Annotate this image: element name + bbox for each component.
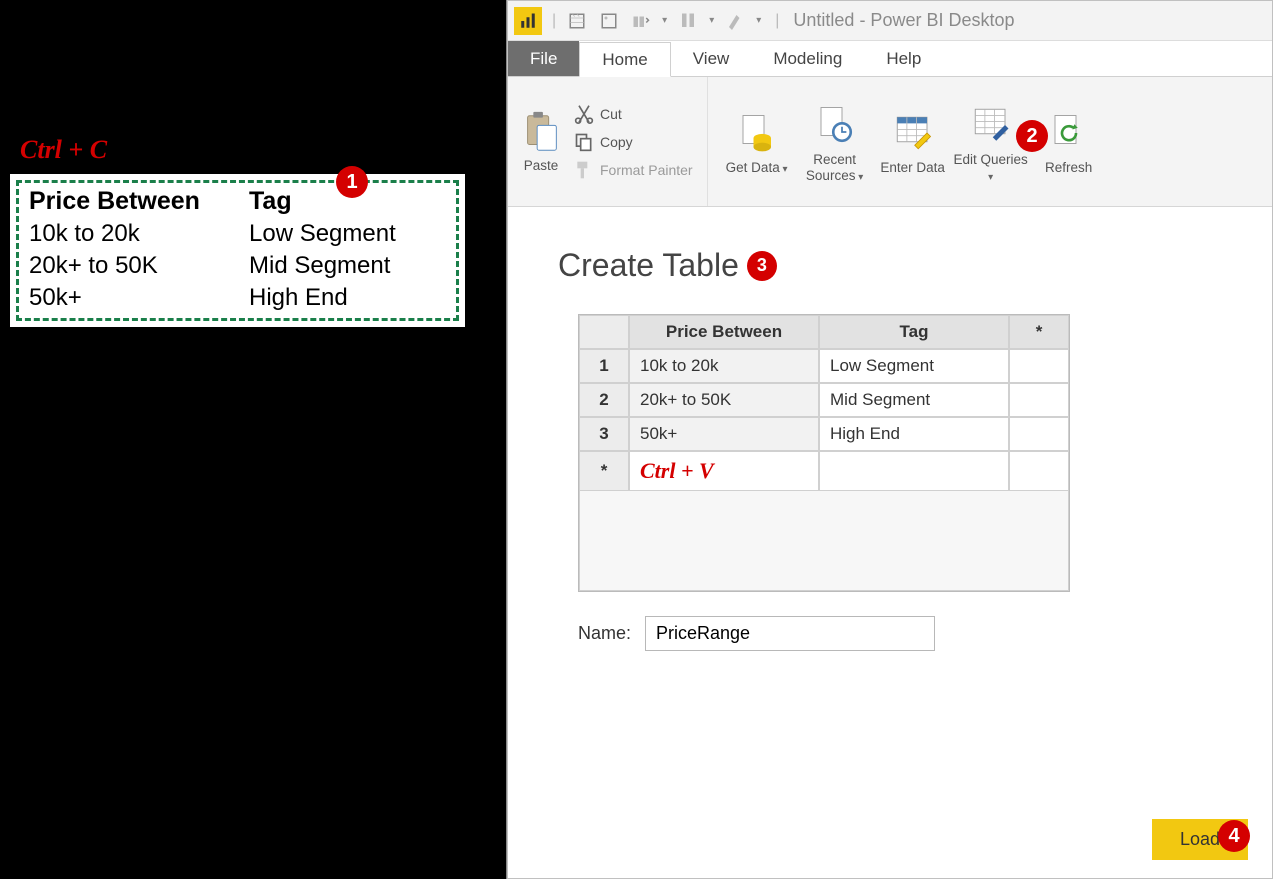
grid-cell-empty[interactable] — [1009, 451, 1069, 491]
grid-rownum: 1 — [579, 349, 629, 383]
grid-cell-empty[interactable] — [1009, 417, 1069, 451]
tab-view[interactable]: View — [671, 41, 752, 76]
ribbon-group-data: Get Data Recent Sources Enter Data Edit … — [708, 77, 1118, 206]
cut-button[interactable]: Cut — [570, 102, 697, 126]
source-cell: 10k to 20k — [23, 218, 243, 250]
tab-help[interactable]: Help — [864, 41, 943, 76]
grid-cell-empty[interactable] — [819, 451, 1009, 491]
grid-header-col2[interactable]: Tag — [819, 315, 1009, 349]
grid-corner — [579, 315, 629, 349]
grid-cell[interactable]: High End — [819, 417, 1009, 451]
source-cell: High End — [243, 282, 452, 314]
qat-icon[interactable] — [677, 10, 699, 32]
get-data-label: Get Data — [726, 160, 780, 175]
format-painter-button[interactable]: Format Painter — [570, 158, 697, 182]
grid-cell-empty[interactable] — [1009, 383, 1069, 417]
copy-label: Copy — [600, 134, 633, 150]
copy-annotation: Ctrl + C — [20, 135, 107, 165]
refresh-icon — [1048, 112, 1090, 154]
refresh-label: Refresh — [1045, 160, 1092, 176]
title-bar: | ▾ ▾ ▾ | Untitled - Power BI Desktop — [508, 1, 1272, 41]
grid-header-add[interactable]: * — [1009, 315, 1069, 349]
recent-sources-label: Recent Sources — [806, 152, 856, 183]
grid-empty-area — [579, 491, 1069, 591]
qat-icon[interactable] — [724, 10, 746, 32]
create-table-dialog: Create Table 3 Price Between Tag * 1 10k… — [508, 207, 1272, 671]
source-header-price: Price Between — [23, 185, 243, 218]
qat-icon[interactable] — [566, 10, 588, 32]
grid-cell[interactable]: 50k+ — [629, 417, 819, 451]
paste-button[interactable]: Paste — [518, 110, 564, 173]
name-label: Name: — [578, 623, 631, 644]
source-cell: 50k+ — [23, 282, 243, 314]
format-painter-icon — [574, 160, 594, 180]
grid-cell[interactable]: Mid Segment — [819, 383, 1009, 417]
source-cell: Low Segment — [243, 218, 452, 250]
recent-sources-button[interactable]: Recent Sources — [796, 100, 874, 183]
get-data-button[interactable]: Get Data — [718, 108, 796, 176]
data-grid[interactable]: Price Between Tag * 1 10k to 20k Low Seg… — [578, 314, 1070, 592]
tab-file[interactable]: File — [508, 41, 579, 76]
paste-annotation: Ctrl + V — [629, 451, 819, 491]
qat-icon[interactable] — [630, 10, 652, 32]
enter-data-button[interactable]: Enter Data — [874, 108, 952, 176]
step-badge-4: 4 — [1218, 820, 1250, 852]
ribbon-home: Paste Cut Copy Format Painter — [508, 77, 1272, 207]
source-cell: Mid Segment — [243, 250, 452, 282]
dialog-title-row: Create Table 3 — [558, 247, 1242, 284]
tab-modeling[interactable]: Modeling — [751, 41, 864, 76]
grid-cell-empty[interactable] — [1009, 349, 1069, 383]
edit-queries-icon — [970, 104, 1012, 146]
source-table: Price Between Tag 10k to 20k Low Segment… — [16, 180, 459, 321]
paste-label: Paste — [524, 158, 559, 173]
step-badge-1: 1 — [336, 166, 368, 198]
grid-cell[interactable]: 10k to 20k — [629, 349, 819, 383]
copy-button[interactable]: Copy — [570, 130, 697, 154]
source-panel: Ctrl + C Price Between Tag 10k to 20k Lo… — [0, 0, 506, 879]
source-cell: 20k+ to 50K — [23, 250, 243, 282]
source-table-wrap: Price Between Tag 10k to 20k Low Segment… — [10, 174, 465, 327]
enter-data-label: Enter Data — [880, 160, 945, 176]
dialog-title: Create Table — [558, 247, 739, 284]
grid-cell[interactable]: Low Segment — [819, 349, 1009, 383]
recent-sources-icon — [814, 104, 856, 146]
grid-cell[interactable]: 20k+ to 50K — [629, 383, 819, 417]
powerbi-window: | ▾ ▾ ▾ | Untitled - Power BI Desktop Fi… — [506, 0, 1273, 879]
format-painter-label: Format Painter — [600, 162, 693, 178]
grid-row-add[interactable]: * — [579, 451, 629, 491]
cut-icon — [574, 104, 594, 124]
step-badge-2: 2 — [1016, 120, 1048, 152]
copy-icon — [574, 132, 594, 152]
enter-data-icon — [892, 112, 934, 154]
name-row: Name: — [578, 616, 1242, 651]
table-name-input[interactable] — [645, 616, 935, 651]
powerbi-logo-icon — [514, 7, 542, 35]
cut-label: Cut — [600, 106, 622, 122]
grid-rownum: 2 — [579, 383, 629, 417]
ribbon-group-clipboard: Paste Cut Copy Format Painter — [508, 77, 708, 206]
ribbon-tabs: File Home View Modeling Help — [508, 41, 1272, 77]
step-badge-3: 3 — [747, 251, 777, 281]
edit-queries-label: Edit Queries — [953, 152, 1027, 167]
quick-access-toolbar: | ▾ ▾ ▾ | — [552, 10, 779, 32]
qat-icon[interactable] — [598, 10, 620, 32]
paste-icon — [518, 110, 564, 156]
grid-rownum: 3 — [579, 417, 629, 451]
grid-header-col1[interactable]: Price Between — [629, 315, 819, 349]
app-title: Untitled - Power BI Desktop — [793, 10, 1014, 31]
tab-home[interactable]: Home — [579, 42, 670, 77]
get-data-icon — [736, 112, 778, 154]
